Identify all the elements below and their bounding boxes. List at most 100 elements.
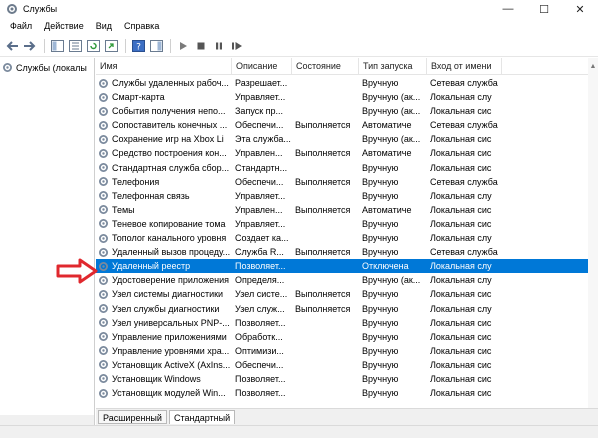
services-gear-icon [6, 3, 18, 15]
service-state: Выполняется [295, 148, 351, 159]
menu-view[interactable]: Вид [90, 18, 118, 35]
menu-bar: Файл Действие Вид Справка [0, 18, 598, 35]
service-name: Узел системы диагностики [112, 289, 224, 300]
table-row[interactable]: Удаленный реестр Позволяет... Отключена Лок… [96, 259, 588, 274]
restart-icon[interactable] [229, 38, 245, 54]
gear-icon [98, 289, 109, 300]
table-row[interactable]: Смарт-карта Управляет... Вручную (ак... Лок… [96, 90, 588, 104]
service-startup-type: Вручную [362, 162, 399, 173]
menu-file[interactable]: Файл [4, 18, 38, 35]
service-logon-as: Локальная слу [430, 190, 492, 201]
table-row[interactable]: Узел системы диагностики Узел систе... Вып… [96, 287, 588, 301]
help-icon[interactable]: ? [130, 38, 146, 54]
service-description: Определя... [235, 275, 285, 286]
vertical-scrollbar[interactable] [588, 75, 598, 408]
table-row[interactable]: Темы Управлен... Выполняется Автоматиче Лока… [96, 203, 588, 217]
service-state: Выполняется [295, 204, 351, 215]
service-state [295, 358, 359, 372]
service-name: Стандартная служба сбор... [112, 162, 230, 173]
forward-arrow-icon[interactable] [22, 38, 38, 54]
tree-item-services-local[interactable]: Службы (локалы [2, 60, 87, 75]
service-startup-type: Вручную [362, 289, 399, 300]
title-bar: Службы — ☐ ✕ [0, 0, 598, 18]
tree-horizontal-scrollbar[interactable] [0, 415, 94, 425]
service-logon-as: Локальная слу [430, 92, 492, 103]
service-startup-type: Вручную (ак... [362, 106, 421, 117]
export-list-icon[interactable] [103, 38, 119, 54]
gear-icon [98, 218, 109, 229]
table-row[interactable]: Установщик ActiveX (AxIns... Обеспечи... В… [96, 358, 588, 372]
table-row[interactable]: Службы удаленных рабоч... Разрешает... Вру… [96, 76, 588, 90]
back-arrow-icon[interactable] [4, 38, 20, 54]
column-header-startup[interactable]: Тип запуска [359, 58, 427, 75]
table-row[interactable]: Управление приложениями Обработк... Вручну… [96, 330, 588, 344]
table-row[interactable]: Удаленный вызов процеду... Служба R... Вып… [96, 245, 588, 259]
window-title: Службы [23, 4, 58, 14]
pause-icon[interactable] [211, 38, 227, 54]
toolbar-separator [170, 38, 171, 53]
table-row[interactable]: Телефонная связь Управляет... Вручную Локал… [96, 189, 588, 203]
service-name-cell: Установщик ActiveX (AxIns... [98, 358, 232, 372]
column-header-state[interactable]: Состояние [292, 58, 359, 75]
service-state [295, 231, 359, 245]
service-startup-type: Вручную (ак... [362, 92, 421, 103]
table-row[interactable]: Удостоверение приложения Определя... Вручн… [96, 273, 588, 287]
service-description: Позволяет... [235, 388, 286, 399]
table-row[interactable]: Сопоставитель конечных ... Обеспечи... Вып… [96, 118, 588, 132]
close-button[interactable]: ✕ [562, 0, 598, 18]
table-row[interactable]: Сохранение игр на Xbox Li Эта служба... Вр… [96, 132, 588, 146]
service-logon-as: Локальная сис [430, 204, 492, 215]
refresh-icon[interactable] [85, 38, 101, 54]
service-startup-type: Вручную [362, 233, 399, 244]
service-description: Позволяет... [235, 373, 286, 384]
scroll-up-icon[interactable]: ▲ [588, 58, 598, 75]
table-row[interactable]: Установщик Windows Позволяет... Вручную Лок… [96, 372, 588, 386]
service-name: Установщик ActiveX (AxIns... [112, 359, 231, 370]
play-icon[interactable] [175, 38, 191, 54]
table-row[interactable]: Узел универсальных PNP-... Позволяет... Вр… [96, 316, 588, 330]
table-row[interactable]: Телефония Обеспечи... Выполняется Вручную Се… [96, 175, 588, 189]
gear-icon [98, 148, 109, 159]
service-logon-as: Локальная слу [430, 303, 492, 314]
list-header: Имя Описание Состояние Тип запуска Вход … [96, 58, 598, 75]
service-name-cell: Удаленный реестр [98, 259, 232, 273]
service-name-cell: Стандартная служба сбор... [98, 161, 232, 175]
table-row[interactable]: Тополог канального уровня Создает ка... Вр… [96, 231, 588, 245]
gear-icon [98, 317, 109, 328]
maximize-button[interactable]: ☐ [526, 0, 562, 18]
table-row[interactable]: Установщик модулей Win... Позволяет... Вру… [96, 386, 588, 400]
stop-icon[interactable] [193, 38, 209, 54]
table-row[interactable]: События получения непо... Запуск пр... Вру… [96, 104, 588, 118]
gear-icon [98, 78, 109, 89]
menu-action[interactable]: Действие [38, 18, 90, 35]
service-logon-as: Сетевая служба [430, 176, 498, 187]
table-row[interactable]: Управление уровнями хра... Оптимизи... Вру… [96, 344, 588, 358]
gear-icon [98, 162, 109, 173]
service-name-cell: Сохранение игр на Xbox Li [98, 132, 232, 146]
service-logon-as: Локальная сис [430, 373, 492, 384]
gear-icon [98, 247, 109, 258]
menu-help[interactable]: Справка [118, 18, 165, 35]
table-row[interactable]: Средство построения кон... Управлен... Вып… [96, 146, 588, 160]
tab-standard[interactable]: Стандартный [169, 410, 236, 424]
gear-icon [2, 62, 13, 73]
table-row[interactable]: Стандартная служба сбор... Стандартн... Вр… [96, 161, 588, 175]
service-logon-as: Локальная сис [430, 134, 492, 145]
gear-icon [98, 190, 109, 201]
table-row[interactable]: Теневое копирование тома Управляет... Вруч… [96, 217, 588, 231]
column-header-logon[interactable]: Вход от имени [427, 58, 502, 75]
service-name: Средство построения кон... [112, 148, 227, 159]
table-row[interactable]: Узел службы диагностики Узел служ... Выпол… [96, 302, 588, 316]
tab-extended[interactable]: Расширенный [98, 410, 167, 424]
column-header-description[interactable]: Описание [232, 58, 292, 75]
service-name-cell: Удаленный вызов процеду... [98, 245, 232, 259]
gear-icon [98, 120, 109, 131]
column-header-name[interactable]: Имя [96, 58, 232, 75]
gear-icon [98, 134, 109, 145]
console-tree-icon[interactable] [49, 38, 65, 54]
properties-list-icon[interactable] [67, 38, 83, 54]
action-pane-icon[interactable] [148, 38, 164, 54]
service-startup-type: Вручную [362, 176, 399, 187]
minimize-button[interactable]: — [490, 0, 526, 18]
service-name-cell: Управление приложениями [98, 330, 232, 344]
